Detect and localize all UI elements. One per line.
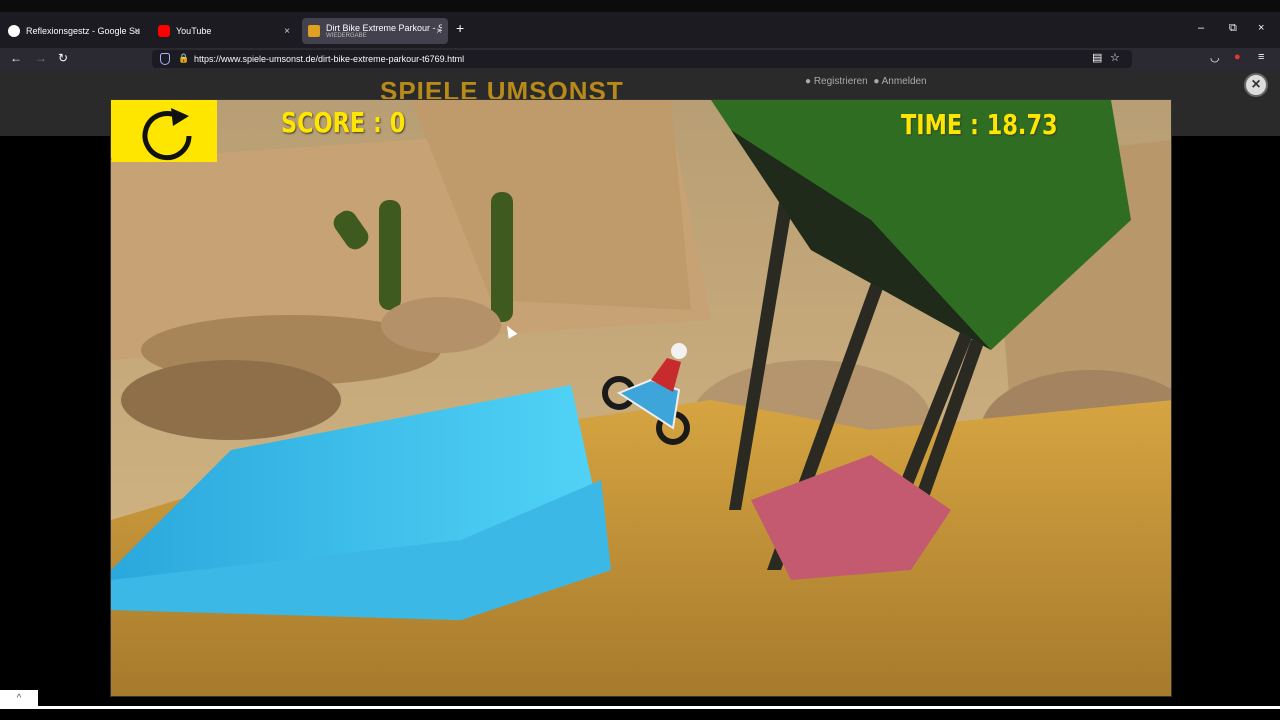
close-overlay-button[interactable]: × <box>1244 73 1268 97</box>
score-display: SCORE : 0 <box>281 106 406 139</box>
cactus <box>491 192 513 322</box>
login-link[interactable]: Anmelden <box>882 76 927 87</box>
bottom-bar <box>0 706 1280 709</box>
tracking-shield-icon[interactable] <box>160 53 170 65</box>
boulder <box>381 297 501 353</box>
navigation-bar: ← → ↻ 🔒 https://www.spiele-umsonst.de/di… <box>0 48 1280 70</box>
account-links: ● Registrieren ● Anmelden <box>805 76 927 87</box>
url-text[interactable]: https://www.spiele-umsonst.de/dirt-bike-… <box>194 54 464 64</box>
boulder <box>121 360 341 440</box>
game-scene <box>111 100 1171 696</box>
bookmark-star-icon[interactable]: ☆ <box>1110 51 1120 64</box>
tab-youtube[interactable]: YouTube × <box>152 18 296 44</box>
game-canvas[interactable]: SCORE : 0 TIME : 18.73 <box>110 99 1172 697</box>
close-tab-icon[interactable]: × <box>134 26 140 37</box>
tab-dirt-bike[interactable]: Dirt Bike Extreme Parkour - Spie WIEDERG… <box>302 18 448 44</box>
reload-icon[interactable]: ↻ <box>58 51 68 65</box>
tab-google-search[interactable]: Reflexionsgestz - Google Suche × <box>2 18 146 44</box>
maximize-button[interactable]: ⧉ <box>1229 22 1237 35</box>
back-icon[interactable]: ← <box>10 51 22 65</box>
reader-view-icon[interactable]: ▤ <box>1092 51 1102 64</box>
new-tab-button[interactable]: + <box>456 20 464 36</box>
pocket-icon[interactable]: ◡ <box>1210 51 1220 64</box>
url-bar[interactable]: 🔒 https://www.spiele-umsonst.de/dirt-bik… <box>152 50 1132 68</box>
window-top-edge <box>0 0 1280 12</box>
user-icon: ● <box>873 76 880 87</box>
google-icon <box>8 25 20 37</box>
time-display: TIME : 18.73 <box>901 108 1058 141</box>
tab-bar: Reflexionsgestz - Google Suche × YouTube… <box>0 12 1280 48</box>
forward-icon[interactable]: → <box>35 51 47 65</box>
tab-title-group: Dirt Bike Extreme Parkour - Spie WIEDERG… <box>326 23 442 39</box>
tab-title: Dirt Bike Extreme Parkour - Spie <box>326 23 442 33</box>
tab-title: YouTube <box>176 26 212 36</box>
close-tab-icon[interactable]: × <box>284 26 290 37</box>
restart-button[interactable] <box>111 100 217 162</box>
lock-icon[interactable]: 🔒 <box>178 53 189 64</box>
youtube-icon <box>158 25 170 37</box>
user-icon: ● <box>805 76 812 87</box>
restart-button-bg <box>111 100 217 162</box>
rider-helmet <box>671 343 687 359</box>
game-site-icon <box>308 25 320 37</box>
register-link[interactable]: Registrieren <box>814 76 868 87</box>
extension-icon[interactable]: ● <box>1234 51 1241 63</box>
close-window-button[interactable]: × <box>1258 22 1264 34</box>
cactus <box>379 200 401 310</box>
tab-playing-label: WIEDERGABE <box>326 33 367 39</box>
tab-title: Reflexionsgestz - Google Suche <box>26 26 140 36</box>
menu-icon[interactable]: ≡ <box>1258 51 1264 63</box>
minimize-button[interactable]: – <box>1198 22 1204 34</box>
close-tab-icon[interactable]: × <box>436 26 442 37</box>
